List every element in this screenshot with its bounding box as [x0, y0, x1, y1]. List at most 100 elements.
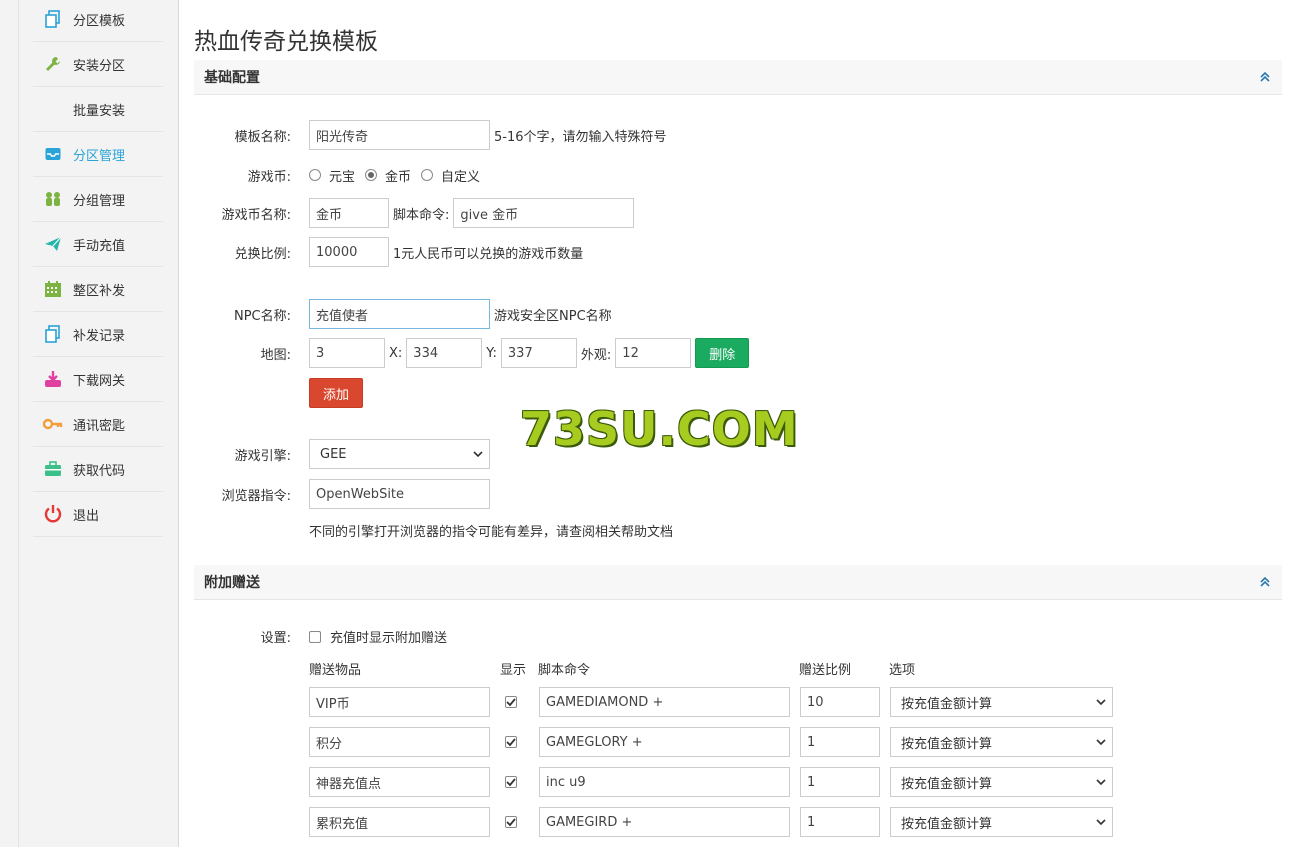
gift-option-value: 按充值金额计算 — [901, 736, 993, 752]
engine-select[interactable]: GEE — [309, 439, 490, 469]
browser-label: 浏览器指令: — [221, 488, 291, 504]
sidebar-item-install-zone[interactable]: 安装分区 — [33, 42, 163, 87]
engine-label: 游戏引擎: — [234, 448, 291, 464]
power-icon — [33, 504, 73, 524]
radio-label: 金币 — [385, 169, 412, 185]
copy-icon — [33, 325, 73, 343]
sidebar-edge — [0, 0, 19, 847]
sidebar-item-batch-install[interactable]: 批量安装 — [33, 87, 163, 132]
gift-show-checkbox[interactable] — [505, 736, 517, 748]
gift-option-select[interactable]: 按充值金额计算 — [890, 767, 1113, 797]
section-title: 基础配置 — [204, 70, 260, 86]
script-cmd-label: 脚本命令: — [393, 207, 450, 223]
gift-settings-label: 设置: — [260, 631, 291, 646]
chevron-double-up-icon[interactable] — [1258, 70, 1272, 84]
section-title: 附加赠送 — [204, 575, 260, 591]
gift-option-select[interactable]: 按充值金额计算 — [890, 687, 1113, 717]
gift-ratio-input[interactable]: 1 — [800, 807, 880, 837]
script-cmd-input[interactable]: give 金币 — [453, 198, 635, 228]
sidebar-item-manual-recharge[interactable]: 手动充值 — [33, 222, 163, 267]
chevron-double-up-icon[interactable] — [1258, 575, 1272, 589]
calendar-icon — [33, 280, 73, 298]
currency-radio-custom[interactable]: 自定义 — [421, 166, 480, 185]
add-row: 添加 — [194, 378, 363, 408]
chevron-down-icon — [1096, 779, 1106, 786]
gift-item-input[interactable]: VIP币 — [309, 687, 490, 717]
engine-row: 游戏引擎: GEE — [194, 439, 490, 469]
x-input[interactable]: 334 — [406, 338, 483, 368]
sidebar-item-label: 退出 — [73, 508, 100, 524]
sidebar-item-label: 整区补发 — [73, 283, 126, 299]
map-row: 地图: 3 X: 334 Y: 337 外观: 12 删除 — [194, 338, 750, 368]
sidebar-item-zone-manage[interactable]: 分区管理 — [33, 132, 163, 177]
inbox-icon — [33, 145, 73, 163]
sidebar-item-reissue-record[interactable]: 补发记录 — [33, 312, 163, 357]
template-name-label: 模板名称: — [234, 129, 291, 145]
currency-name-row: 游戏币名称: 金币 脚本命令: give 金币 — [194, 198, 635, 228]
sidebar-item-label: 手动充值 — [73, 238, 126, 254]
template-name-input[interactable]: 阳光传奇 — [309, 120, 490, 150]
sidebar-item-comm-key[interactable]: 通讯密匙 — [33, 402, 163, 447]
gift-show-checkbox[interactable] — [505, 696, 517, 708]
sidebar-item-get-code[interactable]: 获取代码 — [33, 447, 163, 492]
currency-row: 游戏币: 元宝 金币 自定义 — [194, 160, 490, 190]
gift-ratio-input[interactable]: 1 — [800, 767, 880, 797]
sidebar-item-download-gateway[interactable]: 下载网关 — [33, 357, 163, 402]
currency-name-input[interactable]: 金币 — [309, 198, 389, 228]
gift-item-input[interactable]: 积分 — [309, 727, 490, 757]
col-header-ratio: 赠送比例 — [799, 663, 852, 678]
look-input[interactable]: 12 — [615, 338, 692, 368]
gift-show-checkbox[interactable] — [505, 816, 517, 828]
page-title: 热血传奇兑换模板 — [194, 29, 378, 55]
radio-label: 元宝 — [329, 169, 356, 185]
watermark-logo: 73SU.COM — [520, 402, 799, 456]
gift-ratio-input[interactable]: 1 — [800, 727, 880, 757]
chevron-down-icon — [473, 451, 483, 458]
currency-radio-gold[interactable]: 金币 — [365, 166, 411, 185]
show-gift-checkbox[interactable] — [309, 630, 321, 643]
currency-name-label: 游戏币名称: — [221, 207, 291, 223]
ratio-label: 兑换比例: — [234, 246, 291, 262]
currency-radio-yuanbao[interactable]: 元宝 — [309, 166, 355, 185]
radio-label: 自定义 — [441, 169, 481, 185]
sidebar-item-group-manage[interactable]: 分组管理 — [33, 177, 163, 222]
section-header-gift[interactable]: 附加赠送 — [194, 565, 1282, 600]
gift-ratio-input[interactable]: 10 — [800, 687, 880, 717]
sidebar-item-zone-reissue[interactable]: 整区补发 — [33, 267, 163, 312]
gift-row: VIP币 GAMEDIAMOND + 10 按充值金额计算 — [309, 687, 1113, 717]
browser-row: 浏览器指令: OpenWebSite — [194, 479, 490, 509]
gift-script-input[interactable]: GAMEGIRD + — [539, 807, 790, 837]
col-header-option: 选项 — [889, 663, 916, 678]
gift-script-input[interactable]: GAMEGLORY + — [539, 727, 790, 757]
browser-cmd-input[interactable]: OpenWebSite — [309, 479, 490, 509]
gift-script-input[interactable]: GAMEDIAMOND + — [539, 687, 790, 717]
sidebar-item-label: 分组管理 — [73, 193, 126, 209]
map-input[interactable]: 3 — [309, 338, 385, 368]
sidebar-item-label: 分区管理 — [73, 148, 126, 164]
col-header-script: 脚本命令 — [538, 663, 591, 678]
gift-script-input[interactable]: inc u9 — [539, 767, 790, 797]
sidebar-item-logout[interactable]: 退出 — [33, 492, 163, 537]
gift-option-value: 按充值金额计算 — [901, 816, 993, 832]
gift-item-input[interactable]: 神器充值点 — [309, 767, 490, 797]
npc-name-input[interactable]: 充值使者 — [309, 299, 490, 329]
x-label: X: — [389, 345, 403, 361]
gift-item-input[interactable]: 累积充值 — [309, 807, 490, 837]
section-header-basic[interactable]: 基础配置 — [194, 60, 1282, 95]
col-header-show: 显示 — [500, 663, 527, 678]
checkmark-icon — [506, 818, 516, 827]
ratio-input[interactable]: 10000 — [309, 237, 389, 267]
gift-show-checkbox[interactable] — [505, 776, 517, 788]
checkmark-icon — [506, 778, 516, 787]
add-button[interactable]: 添加 — [309, 378, 363, 408]
col-header-item: 赠送物品 — [309, 663, 362, 678]
show-gift-checkbox-label: 充值时显示附加赠送 — [330, 631, 448, 646]
sidebar-item-label: 获取代码 — [73, 463, 126, 479]
gift-option-select[interactable]: 按充值金额计算 — [890, 727, 1113, 757]
sidebar-item-label: 分区模板 — [73, 13, 126, 29]
gift-option-select[interactable]: 按充值金额计算 — [890, 807, 1113, 837]
y-input[interactable]: 337 — [500, 338, 577, 368]
template-name-row: 模板名称: 阳光传奇 5-16个字，请勿输入特殊符号 — [194, 120, 667, 150]
delete-button[interactable]: 删除 — [695, 338, 750, 368]
sidebar-item-zone-template[interactable]: 分区模板 — [33, 0, 163, 42]
